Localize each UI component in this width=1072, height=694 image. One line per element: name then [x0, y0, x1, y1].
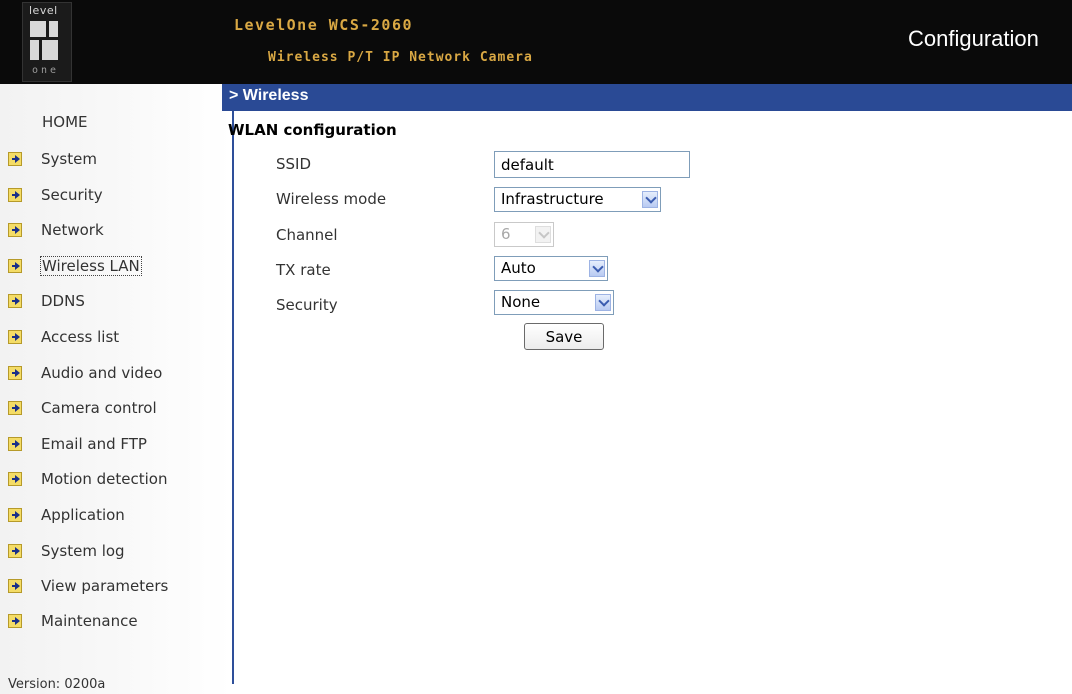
chevron-down-icon [535, 226, 551, 243]
product-name: LevelOne WCS-2060 [234, 16, 414, 34]
page-title: Configuration [908, 26, 1039, 51]
ssid-label: SSID [276, 155, 312, 173]
channel-label: Channel [276, 226, 338, 244]
arrow-right-icon [8, 366, 22, 380]
tx-rate-select[interactable]: Auto [494, 256, 608, 281]
arrow-right-icon [8, 437, 22, 451]
sidebar-item-label: Camera control [41, 399, 157, 417]
wireless-mode-select[interactable]: Infrastructure [494, 187, 661, 212]
security-label: Security [276, 296, 338, 314]
sidebar-item-network[interactable]: Network [8, 219, 104, 241]
sidebar-item-label: Security [41, 186, 103, 204]
arrow-right-icon [8, 544, 22, 558]
sidebar-item-view-parameters[interactable]: View parameters [8, 575, 168, 597]
ssid-input[interactable] [494, 151, 690, 178]
wireless-mode-value: Infrastructure [501, 190, 604, 208]
sidebar-item-label: System log [41, 542, 125, 560]
section-title: WLAN configuration [228, 121, 397, 139]
sidebar-nav [0, 84, 232, 694]
arrow-right-icon [8, 188, 22, 202]
sidebar-item-application[interactable]: Application [8, 504, 125, 526]
sidebar-item-ddns[interactable]: DDNS [8, 290, 85, 312]
sidebar-item-label: Audio and video [41, 364, 163, 382]
arrow-right-icon [8, 508, 22, 522]
product-description: Wireless P/T IP Network Camera [268, 50, 533, 65]
logo-text-level: level [29, 4, 58, 17]
channel-value: 6 [501, 225, 511, 243]
arrow-right-icon [8, 472, 22, 486]
sidebar-item-label: Email and FTP [41, 435, 147, 453]
arrow-right-icon [8, 579, 22, 593]
logo-text-one: one [32, 65, 60, 76]
arrow-right-icon [8, 152, 22, 166]
sidebar-item-label: View parameters [41, 577, 169, 595]
sidebar-item-label: Access list [41, 328, 120, 346]
tx-rate-value: Auto [501, 259, 536, 277]
sidebar-item-camera-control[interactable]: Camera control [8, 397, 157, 419]
security-select[interactable]: None [494, 290, 614, 315]
sidebar-item-label: Motion detection [41, 470, 168, 488]
sidebar-item-maintenance[interactable]: Maintenance [8, 610, 138, 632]
sidebar-item-motion-detection[interactable]: Motion detection [8, 468, 167, 490]
wireless-mode-label: Wireless mode [276, 190, 387, 208]
sidebar-item-label: Application [41, 506, 125, 524]
sidebar-item-label: Wireless LAN [40, 256, 142, 276]
tx-rate-label: TX rate [276, 261, 331, 279]
sidebar-item-label: DDNS [41, 292, 85, 310]
channel-select: 6 [494, 222, 554, 247]
arrow-right-icon [8, 259, 22, 273]
sidebar-item-system[interactable]: System [8, 148, 97, 170]
sidebar-item-label: Maintenance [41, 612, 138, 630]
arrow-right-icon [8, 330, 22, 344]
firmware-version: Version: 0200a [8, 677, 106, 692]
sidebar-item-security[interactable]: Security [8, 184, 103, 206]
save-button[interactable]: Save [524, 323, 604, 350]
breadcrumb-text: > Wireless [229, 87, 309, 104]
levelone-logo: level one [22, 2, 72, 82]
sidebar-item-label: System [41, 150, 97, 168]
header-banner: level one LevelOne WCS-2060 Wireless P/T… [0, 0, 1072, 84]
chevron-down-icon[interactable] [589, 260, 605, 277]
sidebar-item-label: Network [41, 221, 104, 239]
arrow-right-icon [8, 401, 22, 415]
sidebar-item-email-and-ftp[interactable]: Email and FTP [8, 433, 147, 455]
arrow-right-icon [8, 223, 22, 237]
sidebar-divider [232, 84, 234, 684]
sidebar-item-wireless-lan[interactable]: Wireless LAN [8, 255, 142, 277]
chevron-down-icon[interactable] [595, 294, 611, 311]
sidebar-item-audio-and-video[interactable]: Audio and video [8, 362, 162, 384]
chevron-down-icon[interactable] [642, 191, 658, 208]
arrow-right-icon [8, 614, 22, 628]
breadcrumb: > Wireless [222, 84, 1072, 111]
sidebar-item-access-list[interactable]: Access list [8, 326, 119, 348]
sidebar-item-home[interactable]: HOME [42, 113, 88, 131]
arrow-right-icon [8, 294, 22, 308]
sidebar-item-system-log[interactable]: System log [8, 540, 125, 562]
security-value: None [501, 293, 541, 311]
